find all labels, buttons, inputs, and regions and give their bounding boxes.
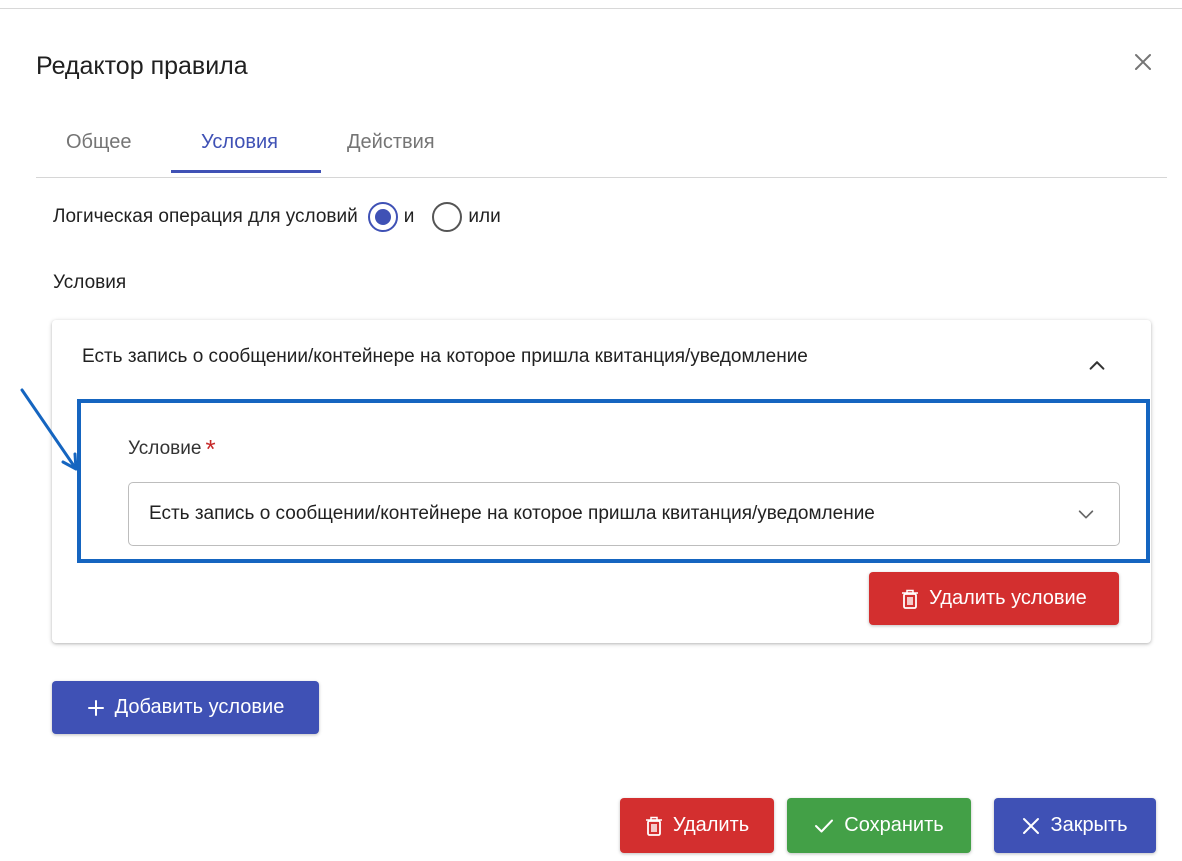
radio-and-label[interactable]: и <box>404 206 415 228</box>
save-label: Сохранить <box>844 814 944 836</box>
condition-select[interactable]: Есть запись о сообщении/контейнере на ко… <box>128 482 1120 546</box>
trash-icon <box>645 816 663 836</box>
add-condition-button[interactable]: Добавить условие <box>52 681 319 734</box>
active-tab-indicator <box>171 170 321 173</box>
radio-or-label[interactable]: или <box>468 206 500 228</box>
chevron-up-icon[interactable] <box>1086 354 1108 376</box>
conditions-section-label: Условия <box>53 272 127 293</box>
condition-card-header[interactable]: Есть запись о сообщении/контейнере на ко… <box>82 346 808 368</box>
tab-conditions[interactable]: Условия <box>201 131 278 154</box>
radio-dot <box>374 209 391 225</box>
condition-select-value: Есть запись о сообщении/контейнере на ко… <box>149 503 875 524</box>
add-condition-label: Добавить условие <box>114 696 285 718</box>
tab-actions[interactable]: Действия <box>347 131 435 154</box>
delete-label: Удалить <box>672 814 750 836</box>
required-mark: * <box>205 434 216 464</box>
annotation-arrow-icon <box>20 388 78 471</box>
condition-field-label: Условие * <box>128 430 216 464</box>
delete-button[interactable]: Удалить <box>620 798 774 853</box>
radio-or[interactable] <box>432 202 463 232</box>
delete-condition-label: Удалить условие <box>929 587 1087 609</box>
check-icon <box>814 818 834 834</box>
chevron-down-icon[interactable] <box>1075 503 1097 525</box>
plus-icon <box>87 699 105 717</box>
close-button[interactable]: Закрыть <box>994 798 1156 853</box>
condition-field-label-text: Условие <box>128 438 202 459</box>
close-label: Закрыть <box>1050 814 1128 836</box>
top-divider <box>0 8 1182 9</box>
delete-condition-button[interactable]: Удалить условие <box>869 572 1119 625</box>
tab-general[interactable]: Общее <box>66 131 132 154</box>
logic-operation-row: Логическая операция для условий и или <box>53 199 501 235</box>
tabs-divider <box>36 177 1167 178</box>
radio-and[interactable] <box>367 202 398 232</box>
logic-operation-label: Логическая операция для условий <box>53 206 358 227</box>
save-button[interactable]: Сохранить <box>787 798 971 853</box>
close-icon <box>1022 817 1040 835</box>
dialog-title: Редактор правила <box>36 52 248 80</box>
close-icon[interactable] <box>1131 50 1155 74</box>
trash-icon <box>901 589 919 609</box>
